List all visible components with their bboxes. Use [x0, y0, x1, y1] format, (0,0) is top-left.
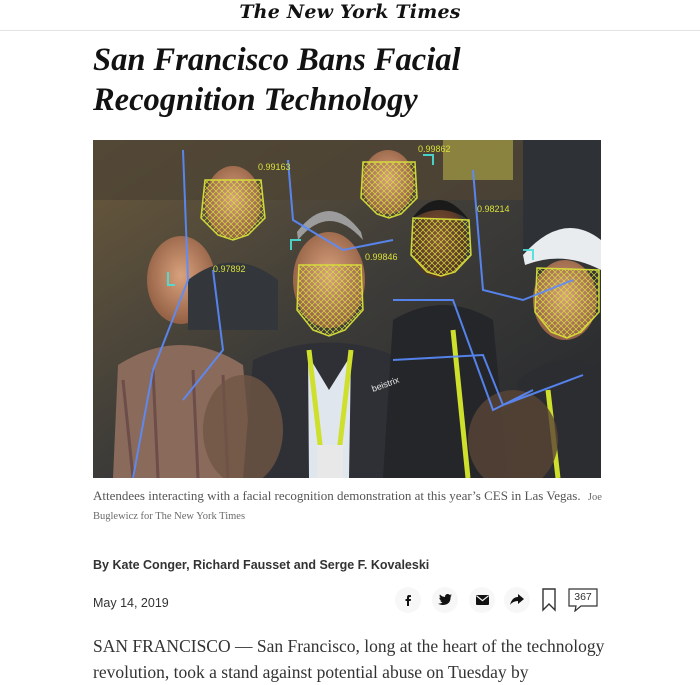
- more-share-button[interactable]: [504, 587, 530, 613]
- confidence-label: 0.98214: [477, 204, 510, 214]
- comment-count: 367: [574, 591, 592, 603]
- masthead: The New York Times: [0, 0, 700, 31]
- save-bookmark-button[interactable]: [540, 587, 558, 613]
- email-icon: [475, 595, 489, 605]
- twitter-share-button[interactable]: [432, 587, 458, 613]
- byline-prefix: By: [93, 558, 109, 572]
- byline-authors[interactable]: Kate Conger, Richard Fausset and Serge F…: [112, 558, 429, 572]
- facebook-icon: [405, 595, 411, 606]
- article-headline: San Francisco Bans Facial Recognition Te…: [93, 42, 461, 118]
- caption-text: Attendees interacting with a facial reco…: [93, 488, 581, 503]
- confidence-label: 0.97892: [213, 264, 246, 274]
- comments-button[interactable]: 367: [567, 588, 599, 612]
- twitter-icon: [438, 594, 452, 605]
- photo-caption: Attendees interacting with a facial reco…: [93, 487, 608, 525]
- email-share-button[interactable]: [469, 587, 495, 613]
- bookmark-icon: [542, 588, 556, 612]
- nyt-logo[interactable]: The New York Times: [0, 1, 700, 23]
- article-lede: SAN FRANCISCO — San Francisco, long at t…: [93, 636, 605, 682]
- share-arrow-icon: [510, 594, 524, 605]
- byline: By Kate Conger, Richard Fausset and Serg…: [93, 558, 429, 572]
- facebook-share-button[interactable]: [395, 587, 421, 613]
- confidence-label: 0.99862: [418, 144, 451, 154]
- article-photo: 0.99163 0.99846 0.99862 0.97892 0.98214 …: [93, 140, 601, 478]
- confidence-label: 0.99846: [365, 252, 398, 262]
- publish-date: May 14, 2019: [93, 596, 169, 610]
- confidence-label: 0.99163: [258, 162, 291, 172]
- facial-recognition-photo: 0.99163 0.99846 0.99862 0.97892 0.98214 …: [93, 140, 601, 478]
